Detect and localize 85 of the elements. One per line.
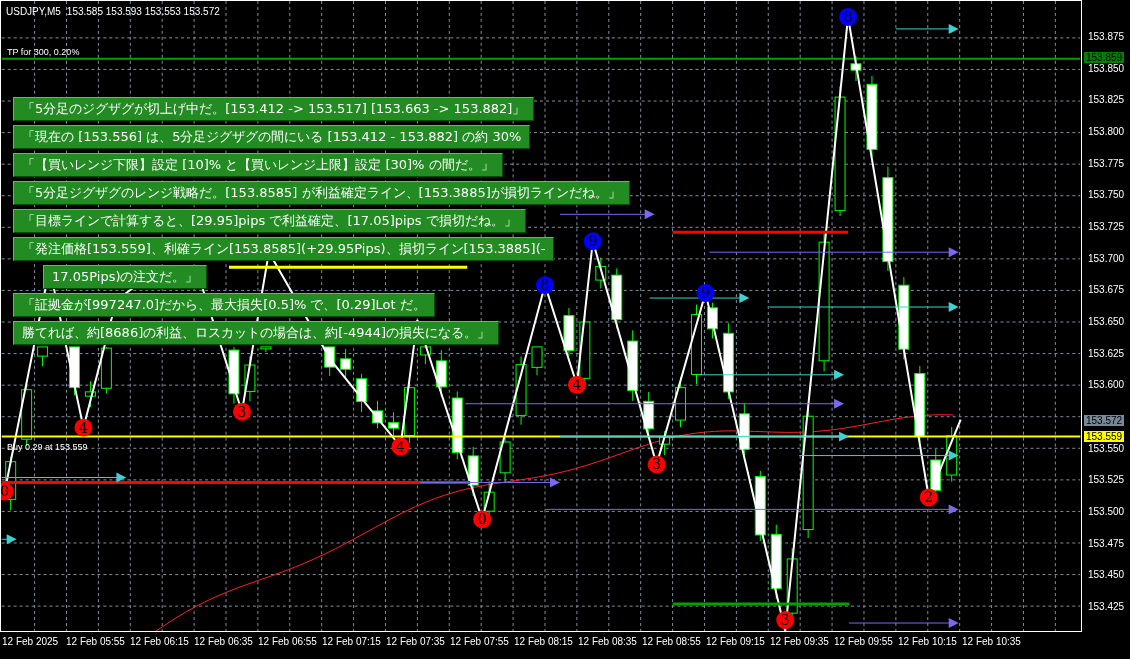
candlestick — [850, 55, 862, 82]
price-tick-label: 153.525 — [1087, 474, 1126, 487]
candlestick — [563, 307, 575, 357]
candlestick — [69, 346, 80, 396]
price-tick-label: 153.550 — [1087, 442, 1126, 455]
time-label: 12 Feb 10:15 — [898, 636, 958, 649]
time-label: 12 Feb 06:35 — [194, 636, 254, 649]
candlestick — [356, 373, 368, 413]
candlestick — [100, 346, 112, 395]
arrow — [895, 23, 959, 34]
zigzag-marker: 4 — [74, 418, 93, 437]
zigzag-marker: 8 — [536, 276, 554, 295]
time-label: 12 Feb 06:55 — [258, 636, 318, 649]
message-box: 「証拠金が[997247.0]だから、最大損失[0.5]% で、[0.29]Lot だ。 — [13, 293, 435, 317]
zigzag-marker: 3 — [647, 455, 666, 474]
candlestick — [244, 355, 256, 402]
time-label: 12 Feb 2025 — [2, 636, 60, 649]
time-label: 12 Feb 07:35 — [386, 636, 446, 649]
time-label: 12 Feb 06:15 — [130, 636, 190, 649]
zigzag-marker: 0 — [1, 482, 14, 501]
time-label: 12 Feb 09:35 — [770, 636, 830, 649]
zigzag-marker: 2 — [919, 488, 938, 507]
time-label: 12 Feb 07:15 — [322, 636, 382, 649]
candlestick — [372, 400, 383, 429]
candlestick — [706, 302, 718, 340]
price-tag: 153.859 — [1084, 52, 1125, 63]
symbol-label: USDJPY,M5 — [6, 6, 61, 17]
message-box: 「目標ラインで計算すると、[29.95]pips で利益確定、[17.05]pips で損切だね。」 — [13, 209, 526, 233]
price-tick-label: 153.850 — [1087, 62, 1126, 75]
candlestick — [451, 390, 463, 460]
price-tick-label: 153.825 — [1087, 94, 1126, 107]
candlestick — [595, 257, 607, 289]
price-tick-label: 153.475 — [1087, 537, 1126, 550]
message-box: 17.05Pips)の注文だ。」 — [43, 265, 208, 289]
candlestick — [340, 348, 352, 379]
message-box: 「5分足のジグザグが切上げ中だ。[153.412 -> 153.517] [153.663 -> 153.882]」 — [13, 97, 535, 121]
price-tag: 153.559 — [1084, 431, 1125, 442]
time-label: 12 Feb 05:55 — [66, 636, 126, 649]
zigzag-marker: 8 — [839, 8, 857, 26]
price-tick-label: 153.500 — [1087, 505, 1126, 518]
price-tick-label: 153.675 — [1087, 284, 1126, 297]
time-label: 12 Feb 08:15 — [514, 636, 574, 649]
arrow — [1, 534, 17, 545]
price-tick-label: 153.775 — [1087, 157, 1126, 170]
message-box: 「5分足ジグザグのレンジ戦略だ。[153.8585] が利益確定ライン、[153.3885]が損切ラインだね。」 — [13, 181, 630, 205]
price-tag: 153.572 — [1084, 415, 1125, 426]
candlestick — [531, 346, 543, 376]
price-tick-label: 153.425 — [1087, 600, 1126, 613]
message-box: 「発注価格[153.559]、利確ライン[153.8585](+29.95Pips)、損切ライン[153.3885](- — [13, 237, 555, 261]
candlestick — [515, 355, 527, 426]
candlestick — [84, 380, 96, 408]
zigzag-marker: 0 — [473, 510, 492, 529]
candlestick — [419, 346, 431, 365]
zigzag-marker: 3 — [776, 611, 795, 629]
price-tick-label: 153.725 — [1087, 220, 1126, 233]
message-box: 「現在の [153.556] は、5分足ジグザグの間にいる [153.412 - 153.882] の約 30% — [13, 125, 531, 149]
candlestick — [754, 470, 766, 542]
zigzag-marker: 9 — [696, 284, 715, 303]
candlestick — [260, 346, 272, 353]
time-label: 12 Feb 09:15 — [706, 636, 766, 649]
zigzag-marker: 9 — [583, 232, 602, 251]
price-tick-label: 153.600 — [1087, 379, 1126, 392]
time-label: 12 Feb 08:55 — [642, 636, 702, 649]
zigzag-marker: 4 — [567, 375, 586, 394]
price-tick-label: 153.875 — [1087, 31, 1126, 43]
candlestick — [228, 346, 240, 404]
time-label: 12 Feb 08:35 — [578, 636, 638, 649]
quote-values: 153.585 153.593 153.553 153.572 — [66, 6, 220, 17]
time-label: 12 Feb 09:55 — [834, 636, 894, 649]
price-tick-label: 153.750 — [1087, 189, 1126, 202]
price-tick-label: 153.650 — [1087, 315, 1126, 328]
candlestick — [324, 346, 336, 377]
message-box: 「【買いレンジ下限】設定 [10]% と【買いレンジ上限】設定 [30]% の間だ。」 — [13, 153, 503, 177]
zigzag-marker: 3 — [233, 402, 251, 421]
zigzag-marker: 4 — [391, 437, 410, 456]
time-label: 12 Feb 10:35 — [962, 636, 1022, 649]
message-box: 勝てれば、約[8686]の利益、ロスカットの場合は、約[-4944]の損失になる。」 — [13, 321, 500, 345]
candlestick — [659, 430, 671, 456]
take-profit-label: TP for 300, 0.20% — [7, 47, 80, 57]
candlestick — [37, 346, 49, 367]
time-label: 12 Feb 07:55 — [450, 636, 510, 649]
price-tick-label: 153.450 — [1087, 569, 1126, 582]
price-tick-label: 153.625 — [1087, 347, 1126, 360]
price-tick-label: 153.800 — [1087, 125, 1126, 138]
price-tick-label: 153.700 — [1087, 252, 1126, 265]
